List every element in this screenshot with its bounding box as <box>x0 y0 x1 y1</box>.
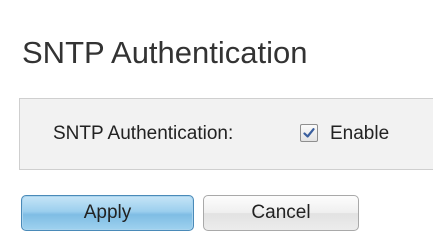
page: SNTP Authentication SNTP Authentication:… <box>0 0 433 248</box>
enable-label[interactable]: Enable <box>330 122 389 146</box>
page-title: SNTP Authentication <box>22 35 308 70</box>
enable-checkbox[interactable] <box>300 124 318 142</box>
cancel-button[interactable]: Cancel <box>203 195 359 231</box>
apply-button[interactable]: Apply <box>21 195 194 231</box>
sntp-authentication-label: SNTP Authentication: <box>53 123 234 144</box>
checkmark-icon <box>303 128 315 138</box>
settings-panel: SNTP Authentication: Enable <box>19 98 433 170</box>
